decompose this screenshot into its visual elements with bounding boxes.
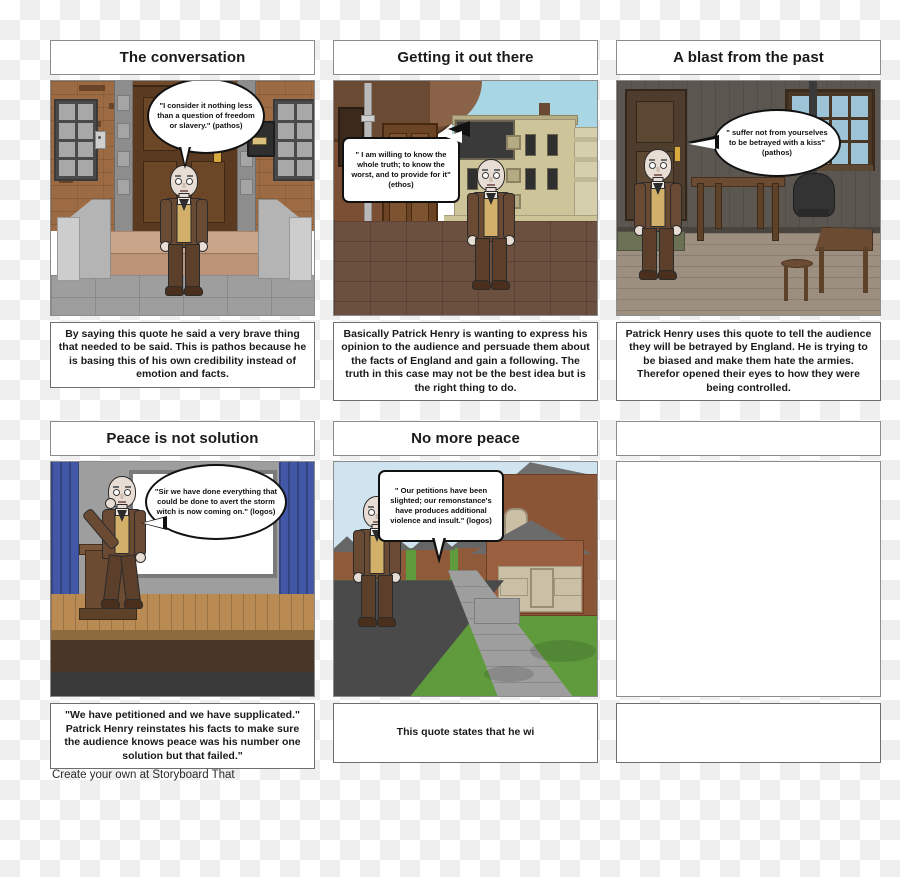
- speech-bubble-tail-fill: [689, 139, 715, 149]
- cell-scene-4[interactable]: "Sir we have done everything that could …: [50, 461, 315, 698]
- storyboard-cell-6[interactable]: [616, 421, 881, 769]
- attribution-footer: Create your own at Storyboard That: [52, 769, 235, 781]
- storyboard-cell-3[interactable]: A blast from the past " suffer not from …: [616, 40, 881, 402]
- house-front-door[interactable]: [530, 568, 554, 609]
- wooden-table: [691, 177, 785, 187]
- stage-edge: [51, 630, 314, 641]
- cell-scene-3[interactable]: " suffer not from yourselves to be betra…: [616, 80, 881, 316]
- character-legs: [165, 244, 203, 296]
- storyboard-row-1: The conversation "I consider it nothing …: [50, 40, 881, 402]
- cell-title-3[interactable]: A blast from the past: [616, 40, 881, 75]
- character-arm-left: [353, 530, 365, 577]
- character-arm-right: [670, 183, 682, 229]
- podium-base: [79, 608, 137, 621]
- desk-leg: [863, 247, 868, 293]
- character-arm-left: [160, 199, 172, 245]
- storyboard-grid: The conversation "I consider it nothing …: [50, 40, 881, 769]
- pipe-bracket: [361, 115, 375, 122]
- porch-railing: [554, 578, 582, 597]
- character-tie: [653, 183, 663, 195]
- character-tie: [179, 199, 189, 211]
- stage-curtain-right: [279, 462, 314, 615]
- stool-leg: [804, 265, 808, 301]
- cell-scene-5[interactable]: " Our petitions have been slighted; our …: [333, 461, 598, 698]
- character-legs: [639, 228, 677, 280]
- speech-bubble-3: " suffer not from yourselves to be betra…: [713, 109, 841, 177]
- character-legs: [472, 238, 510, 290]
- cell-scene-1[interactable]: "I consider it nothing less than a quest…: [50, 80, 315, 316]
- speech-bubble-tail-fill: [143, 518, 163, 529]
- brick-accent: [79, 85, 105, 91]
- character-patrick-henry[interactable]: [81, 476, 151, 610]
- cell-title-2[interactable]: Getting it out there: [333, 40, 598, 75]
- building-band: [574, 137, 597, 142]
- character-arm-right: [196, 199, 208, 245]
- stage-front-panel: [51, 640, 314, 673]
- table-leg: [715, 183, 722, 229]
- cell-caption-5[interactable]: This quote states that he wi: [333, 703, 598, 764]
- cell-caption-1[interactable]: By saying this quote he said a very brav…: [50, 322, 315, 388]
- character-tie: [486, 193, 496, 205]
- door-column-left: [114, 81, 133, 231]
- cell-caption-3[interactable]: Patrick Henry uses this quote to tell th…: [616, 322, 881, 402]
- porch-railing: [500, 578, 528, 597]
- character-legs: [101, 554, 143, 610]
- speech-bubble-1: "I consider it nothing less than a quest…: [147, 81, 265, 154]
- railing-post-right: [289, 217, 312, 281]
- character-arm-left: [467, 193, 479, 239]
- storyboard-row-2: Peace is not solution "Sir we have done …: [50, 421, 881, 769]
- desk-leg: [819, 247, 824, 293]
- cell-title-5[interactable]: No more peace: [333, 421, 598, 457]
- storyboard-cell-4[interactable]: Peace is not solution "Sir we have done …: [50, 421, 315, 769]
- railing-post-left: [57, 217, 80, 281]
- table-leg: [772, 183, 779, 241]
- speech-bubble-tail-fill: [446, 131, 462, 143]
- table-leg: [697, 183, 704, 241]
- cell-caption-2[interactable]: Basically Patrick Henry is wanting to ex…: [333, 322, 598, 402]
- table-leg: [757, 183, 764, 229]
- cell-title-1[interactable]: The conversation: [50, 40, 315, 75]
- storyboard-cell-5[interactable]: No more peace " Our petitions have been …: [333, 421, 598, 769]
- cell-scene-6[interactable]: [616, 461, 881, 698]
- character-legs: [358, 575, 396, 628]
- stool-leg: [784, 265, 788, 301]
- orchestra-pit: [51, 672, 314, 697]
- cell-title-6[interactable]: [616, 421, 881, 457]
- building-band: [574, 157, 597, 162]
- doorbell-plate[interactable]: [95, 131, 106, 149]
- character-patrick-henry[interactable]: [155, 165, 213, 297]
- speech-bubble-5: " Our petitions have been slighted; our …: [378, 470, 504, 543]
- character-arm-left: [634, 183, 646, 229]
- building-band: [574, 177, 597, 182]
- character-arm-right: [503, 193, 515, 239]
- character-tie: [117, 510, 127, 523]
- stage-curtain-left: [51, 462, 79, 615]
- storyboard-cell-2[interactable]: Getting it out there " I am willing to k…: [333, 40, 598, 402]
- speech-bubble-tail-fill: [181, 146, 189, 164]
- front-steps: [474, 598, 520, 625]
- cell-caption-6[interactable]: [616, 703, 881, 764]
- speech-bubble-2: " I am willing to know the whole truth; …: [342, 137, 460, 203]
- storyboard-cell-1[interactable]: The conversation "I consider it nothing …: [50, 40, 315, 401]
- mailbox-slot: [252, 137, 267, 145]
- cell-title-4[interactable]: Peace is not solution: [50, 421, 315, 457]
- window-right: [273, 99, 314, 181]
- character-patrick-henry[interactable]: [462, 159, 520, 291]
- cell-caption-4[interactable]: "We have petitioned and we have supplica…: [50, 703, 315, 769]
- stove-base: [797, 209, 829, 217]
- speech-bubble-tail-fill: [434, 536, 444, 557]
- window-left: [54, 99, 98, 181]
- doorbell-button[interactable]: [98, 136, 101, 139]
- character-patrick-henry[interactable]: [629, 149, 687, 281]
- cell-scene-2[interactable]: " I am willing to know the whole truth; …: [333, 80, 598, 316]
